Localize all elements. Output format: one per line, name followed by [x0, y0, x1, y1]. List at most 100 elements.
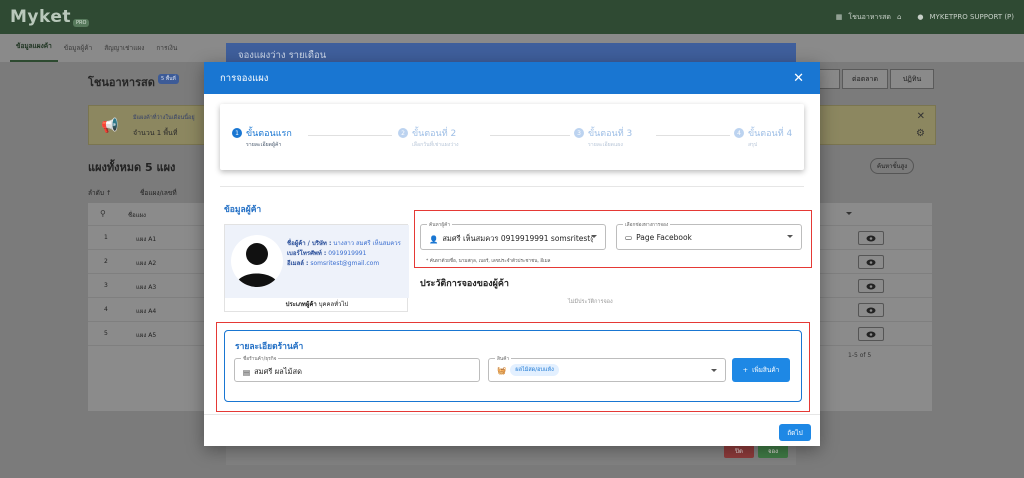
row-name: แผง A3	[136, 284, 157, 291]
booking-channel-value: Page Facebook	[636, 233, 692, 242]
stall-booking-dialog: การจองแผง ✕ 1 ขั้นตอนแรก รายละเอียดผู้ค้…	[204, 62, 820, 446]
divider	[220, 186, 804, 187]
step-number: 2	[398, 128, 408, 138]
booking-history-title: ประวัติการจองของผู้ค้า	[420, 279, 509, 289]
row-name: แผง A4	[136, 308, 157, 315]
shop-name-value: สมศรี ผลไม้สด	[254, 367, 302, 376]
app-logo[interactable]: Myket	[10, 7, 71, 27]
booking-channel-select[interactable]: เลือกช่องทางการจอง ▭ Page Facebook	[616, 221, 802, 250]
bg-confirm-button[interactable]: จอง	[758, 444, 788, 458]
step-number: 4	[734, 128, 744, 138]
eye-icon[interactable]	[858, 279, 884, 293]
dialog-title: การจองแผง	[220, 72, 269, 84]
close-icon[interactable]: ✕	[793, 71, 804, 86]
customer-type-label: ประเภทผู้ค้า	[285, 301, 317, 308]
step-subtitle: รายละเอียดผู้ค้า	[246, 142, 282, 148]
basket-icon: 🧺	[497, 365, 507, 375]
step-connector	[656, 135, 730, 136]
shop-section-title: รายละเอียดร้านค้า	[235, 342, 304, 352]
step-title: ขั้นตอนแรก	[246, 129, 292, 139]
banner-line2: จำนวน 1 พื้นที่	[133, 129, 178, 137]
product-label: สินค้า	[495, 355, 512, 363]
step-title: ขั้นตอนที่ 2	[412, 129, 457, 139]
customer-type: ประเภทผู้ค้า บุคคลทั่วไป	[225, 299, 409, 309]
step-number: 1	[232, 128, 242, 138]
shop-name-label: ชื่อร้านค้า/ธุรกิจ	[241, 355, 279, 363]
row-number: 1	[104, 234, 108, 241]
user-icon: ●	[917, 13, 924, 21]
logo-tag: PRO	[73, 19, 90, 27]
row-name: แผง A5	[136, 332, 157, 339]
eye-icon[interactable]	[858, 303, 884, 317]
sort-label[interactable]: ลำดับ ↑	[88, 188, 112, 198]
product-chip[interactable]: ผลไม้สด/อบแห้ง	[510, 364, 559, 376]
stepper: 1 ขั้นตอนแรก รายละเอียดผู้ค้า 2 ขั้นตอนท…	[220, 104, 804, 170]
customer-search-label: ค้นหาผู้ค้า	[427, 221, 453, 229]
step-connector	[308, 135, 392, 136]
pagination-text: 1-5 of 5	[848, 352, 872, 359]
step-number: 3	[574, 128, 584, 138]
shop-name-field[interactable]: ชื่อร้านค้า/ธุรกิจ ▤ สมศรี ผลไม้สด	[234, 355, 480, 382]
calendar-button[interactable]: ปฏิทิน	[890, 69, 934, 89]
step-1[interactable]: 1 ขั้นตอนแรก รายละเอียดผู้ค้า	[232, 126, 292, 149]
column-header[interactable]: ชื่อแผง/เลขที่	[140, 188, 177, 198]
eye-icon[interactable]	[858, 231, 884, 245]
tab-finance[interactable]: การเงิน	[150, 43, 183, 62]
next-button[interactable]: ถัดไป	[779, 424, 811, 441]
step-4[interactable]: 4 ขั้นตอนที่ 4 สรุป	[734, 126, 792, 149]
search-helper-text: * ค้นหาด้วยชื่อ, นามสกุล, เบอร์, เลขประจ…	[426, 259, 551, 264]
add-product-label: เพิ่มสินค้า	[752, 366, 780, 374]
banner-line1: มีแผงค้าที่ว่างในเดือนนี้อยู่	[133, 115, 195, 121]
customer-type-value: บุคคลทั่วไป	[318, 301, 349, 308]
home-icon[interactable]: ⌂	[897, 13, 901, 21]
advanced-search-button[interactable]: ค้นหาขั้นสูง	[870, 158, 915, 174]
customer-phone: 0919919991	[328, 250, 367, 257]
customer-email-label: อีเมลล์ :	[287, 260, 309, 267]
top-right-area: ▦ โชนอาหารสด ⌂ ● MYKETPRO SUPPORT (P)	[836, 12, 1014, 23]
product-select[interactable]: สินค้า 🧺 ผลไม้สด/อบแห้ง	[488, 355, 726, 382]
customer-search-field[interactable]: ค้นหาผู้ค้า 👤 สมศรี เห็นสมควร 0919919991…	[420, 221, 606, 250]
dialog-header: การจองแผง ✕	[204, 62, 820, 94]
close-icon[interactable]: ✕	[917, 111, 925, 122]
row-name: แผง A1	[136, 236, 157, 243]
market-icon: ▦	[835, 13, 843, 21]
chevron-down-icon[interactable]	[846, 212, 852, 215]
tab-merchants[interactable]: ข้อมูลผู้ค้า	[58, 43, 98, 62]
step-2[interactable]: 2 ขั้นตอนที่ 2 เลือกวันที่เช่าแผงว่าง	[398, 126, 459, 149]
step-3[interactable]: 3 ขั้นตอนที่ 3 รายละเอียดแผง	[574, 126, 632, 149]
market-name[interactable]: โชนอาหารสด	[848, 12, 891, 23]
customer-email: somsritest@gmail.com	[310, 260, 380, 267]
eye-icon[interactable]	[858, 255, 884, 269]
tab-contracts[interactable]: สัญญาเช่าแผง	[98, 43, 150, 62]
step-title: ขั้นตอนที่ 3	[588, 129, 633, 139]
filter-label[interactable]: ชื่อแผง	[128, 210, 146, 220]
tab-stalls[interactable]: ข้อมูลแผงค้า	[10, 41, 58, 62]
step-subtitle: รายละเอียดแผง	[588, 142, 623, 148]
channel-icon: ▭	[625, 233, 633, 242]
page-title: โชนอาหารสด	[88, 76, 155, 89]
customer-info: ชื่อผู้ค้า / บริษัท : นางสาว สมศรี เห็นส…	[287, 239, 405, 269]
footer-divider	[204, 414, 820, 415]
chevron-down-icon[interactable]	[591, 235, 597, 238]
step-title: ขั้นตอนที่ 4	[748, 129, 793, 139]
add-product-button[interactable]: + เพิ่มสินค้า	[732, 358, 790, 382]
stall-count-title: แผงทั้งหมด 5 แผง	[88, 161, 176, 174]
customer-card-body: ชื่อผู้ค้า / บริษัท : นางสาว สมศรี เห็นส…	[225, 225, 409, 298]
filter-icon[interactable]: ⚲	[100, 209, 106, 218]
customer-section-title: ข้อมูลผู้ค้า	[224, 205, 262, 215]
chevron-down-icon[interactable]	[787, 235, 793, 238]
customer-phone-label: เบอร์โทรศัพท์ :	[287, 250, 327, 257]
customer-name-label: ชื่อผู้ค้า / บริษัท :	[287, 240, 332, 247]
customer-name: นางสาว สมศรี เห็นสมควร	[333, 240, 401, 247]
gear-icon[interactable]: ⚙	[916, 128, 925, 139]
booking-history-empty: ไม่มีประวัติการจอง	[568, 299, 613, 305]
bg-cancel-button[interactable]: ปิด	[724, 444, 754, 458]
eye-icon[interactable]	[858, 327, 884, 341]
megaphone-icon: 📢	[101, 118, 119, 134]
user-name[interactable]: MYKETPRO SUPPORT (P)	[930, 13, 1014, 21]
avatar	[231, 235, 283, 287]
chevron-down-icon[interactable]	[711, 369, 717, 372]
step-subtitle: เลือกวันที่เช่าแผงว่าง	[412, 142, 459, 148]
row-name: แผง A2	[136, 260, 157, 267]
market-button[interactable]: ต่อตลาด	[842, 69, 888, 89]
